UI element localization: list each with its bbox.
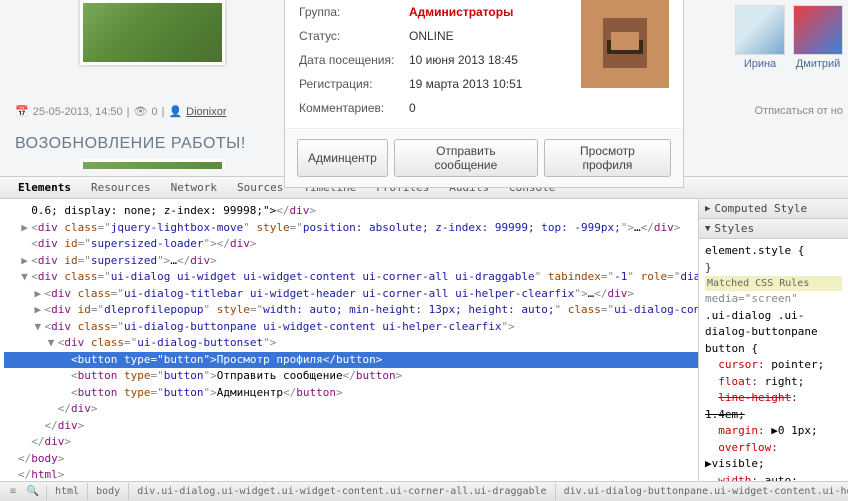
breadcrumb-item[interactable]: body: [88, 483, 129, 500]
css-property[interactable]: line-height: 1.4em;: [705, 390, 842, 423]
dom-node[interactable]: </body>: [4, 451, 698, 468]
profile-value: 0: [409, 101, 416, 115]
devtools-tab-elements[interactable]: Elements: [8, 177, 81, 198]
friend-name[interactable]: Дмитрий: [796, 58, 841, 70]
post-title[interactable]: ВОЗОБНОВЛЕНИЕ РАБОТЫ!: [15, 135, 265, 153]
devtools-tab-network[interactable]: Network: [161, 177, 227, 198]
unsubscribe-link[interactable]: Отписаться от но: [698, 105, 843, 117]
breadcrumb-item[interactable]: div.ui-dialog-buttonpane.ui-widget-conte…: [556, 483, 848, 500]
dom-node[interactable]: ▶<div id="dleprofilepopup" style="width:…: [4, 302, 698, 319]
profile-row: Комментариев:0: [299, 96, 581, 120]
dom-node[interactable]: <div id="supersized-loader"></div>: [4, 236, 698, 253]
breadcrumb-item[interactable]: html: [47, 483, 88, 500]
view-profile-button[interactable]: Просмотр профиля: [544, 139, 671, 177]
console-toggle-icon[interactable]: ≡: [6, 485, 20, 499]
profile-value: ONLINE: [409, 29, 454, 43]
post-meta: 📅 25-05-2013, 14:50 | 👁 0 | 👤 Dionixor: [15, 100, 265, 123]
user-icon: 👤: [168, 105, 182, 118]
post-thumbnail[interactable]: [80, 0, 225, 65]
friend-item[interactable]: Дмитрий: [793, 5, 843, 70]
post-author-link[interactable]: Dionixor: [186, 106, 226, 118]
profile-row: Регистрация:19 марта 2013 10:51: [299, 72, 581, 96]
breadcrumb: ≡ 🔍 htmlbodydiv.ui-dialog.ui-widget.ui-w…: [0, 481, 848, 501]
dom-node[interactable]: ▶<div class="jquery-lightbox-move" style…: [4, 220, 698, 237]
devtools-panel: ElementsResourcesNetworkSourcesTimelineP…: [0, 177, 848, 501]
friend-avatar: [793, 5, 843, 55]
dom-node[interactable]: <button type="button">Админцентр</button…: [4, 385, 698, 402]
computed-style-header[interactable]: ▶Computed Style: [699, 199, 848, 219]
dom-node[interactable]: <button type="button">Просмотр профиля</…: [4, 352, 698, 369]
website-preview: 📅 25-05-2013, 14:50 | 👁 0 | 👤 Dionixor В…: [0, 0, 848, 177]
css-property[interactable]: margin: ▶0 1px;: [705, 423, 842, 440]
friends-list: Ирина Дмитрий: [698, 5, 843, 70]
css-property[interactable]: float: right;: [705, 374, 842, 391]
dialog-buttonpane: Админцентр Отправить сообщение Просмотр …: [285, 128, 683, 187]
dom-node[interactable]: </div>: [4, 401, 698, 418]
dom-node[interactable]: </div>: [4, 434, 698, 451]
css-property[interactable]: overflow: ▶visible;: [705, 440, 842, 473]
admin-center-button[interactable]: Админцентр: [297, 139, 388, 177]
dom-node[interactable]: ▼<div class="ui-dialog ui-widget ui-widg…: [4, 269, 698, 286]
styles-content[interactable]: element.style { } Matched CSS Rules medi…: [699, 239, 848, 481]
css-property[interactable]: cursor: pointer;: [705, 357, 842, 374]
css-property[interactable]: width: auto;: [705, 473, 842, 482]
calendar-icon: 📅: [15, 105, 29, 118]
dom-node[interactable]: 0.6; display: none; z-index: 99998;"></d…: [4, 203, 698, 220]
dom-tree[interactable]: 0.6; display: none; z-index: 99998;"></d…: [0, 199, 698, 481]
profile-label: Дата посещения:: [299, 53, 409, 67]
post-date: 25-05-2013, 14:50: [33, 106, 123, 118]
profile-dialog: Группа:АдминистраторыСтатус:ONLINEДата п…: [284, 0, 684, 188]
friend-item[interactable]: Ирина: [735, 5, 785, 70]
dom-node[interactable]: ▶<div class="ui-dialog-titlebar ui-widge…: [4, 286, 698, 303]
dom-node[interactable]: </div>: [4, 418, 698, 435]
eye-icon: 👁: [133, 105, 147, 118]
send-message-button[interactable]: Отправить сообщение: [394, 139, 538, 177]
friend-name[interactable]: Ирина: [744, 58, 776, 70]
profile-row: Статус:ONLINE: [299, 24, 581, 48]
profile-value: Администраторы: [409, 5, 513, 19]
styles-sidebar: ▶Computed Style ▼Styles element.style { …: [698, 199, 848, 481]
profile-label: Группа:: [299, 5, 409, 19]
styles-header[interactable]: ▼Styles: [699, 219, 848, 239]
profile-label: Статус:: [299, 29, 409, 43]
dom-node[interactable]: </html>: [4, 467, 698, 481]
profile-value: 19 марта 2013 10:51: [409, 77, 522, 91]
inspect-icon[interactable]: 🔍: [26, 485, 40, 499]
post-thumbnail-2: [80, 159, 225, 169]
profile-row: Группа:Администраторы: [299, 0, 581, 24]
profile-fields: Группа:АдминистраторыСтатус:ONLINEДата п…: [299, 0, 581, 120]
dom-node[interactable]: ▼<div class="ui-dialog-buttonpane ui-wid…: [4, 319, 698, 336]
avatar: [581, 0, 669, 88]
post-views: 0: [151, 106, 157, 118]
dom-node[interactable]: ▶<div id="supersized">…</div>: [4, 253, 698, 270]
dom-node[interactable]: <button type="button">Отправить сообщени…: [4, 368, 698, 385]
profile-value: 10 июня 2013 18:45: [409, 53, 518, 67]
post-column: 📅 25-05-2013, 14:50 | 👁 0 | 👤 Dionixor В…: [0, 0, 280, 169]
profile-label: Комментариев:: [299, 101, 409, 115]
profile-label: Регистрация:: [299, 77, 409, 91]
breadcrumb-item[interactable]: div.ui-dialog.ui-widget.ui-widget-conten…: [129, 483, 555, 500]
devtools-tab-resources[interactable]: Resources: [81, 177, 161, 198]
dom-node[interactable]: ▼<div class="ui-dialog-buttonset">: [4, 335, 698, 352]
profile-row: Дата посещения:10 июня 2013 18:45: [299, 48, 581, 72]
friend-avatar: [735, 5, 785, 55]
sidebar-right: Ирина Дмитрий Отписаться от но: [693, 0, 848, 122]
